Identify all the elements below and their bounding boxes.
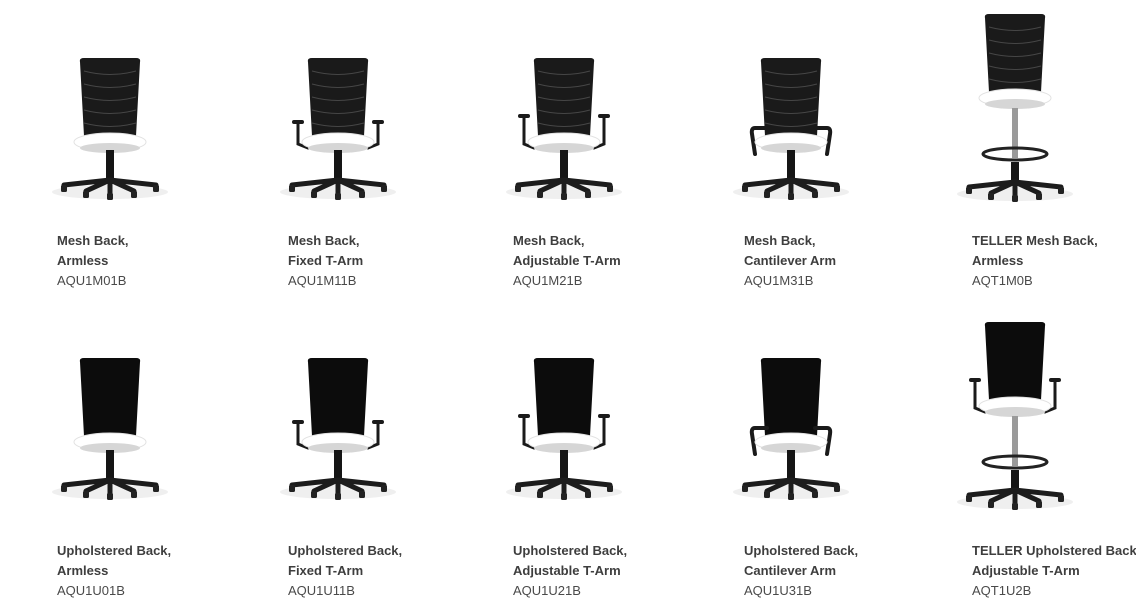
product-name-line1: Upholstered Back,: [513, 543, 628, 558]
product-name-line1: Mesh Back,: [288, 233, 360, 248]
chair-image: [733, 58, 849, 200]
chair-image: [506, 358, 622, 500]
stool-image: [957, 322, 1073, 510]
product-name-line1: TELLER Mesh Back,: [972, 233, 1098, 248]
product-name-line2: Adjustable T-Arm: [513, 253, 621, 268]
product-name-line2: Fixed T-Arm: [288, 253, 364, 268]
product-sku: AQU1M11B: [288, 273, 357, 288]
product-name-line2: Adjustable T-Arm: [513, 563, 621, 578]
chair-image: [52, 358, 168, 500]
product-name-line2: Armless: [57, 563, 109, 578]
product-sku: AQU1M31B: [744, 273, 814, 288]
product-name-line2: Cantilever Arm: [744, 253, 836, 268]
product-sku: AQU1M21B: [513, 273, 583, 288]
product-sku: AQU1U01B: [57, 583, 125, 598]
product-name-line1: Upholstered Back,: [57, 543, 172, 558]
product-name-line2: Cantilever Arm: [744, 563, 836, 578]
product-name-line2: Fixed T-Arm: [288, 563, 364, 578]
product-name-line1: Mesh Back,: [513, 233, 585, 248]
chair-image: [733, 358, 849, 500]
product-sku: AQU1U11B: [288, 583, 355, 598]
product-name-line2: Armless: [972, 253, 1024, 268]
chair-image: [52, 58, 168, 200]
chair-image: [280, 358, 396, 500]
product-name-line1: Upholstered Back,: [744, 543, 859, 558]
product-name-line2: Armless: [57, 253, 109, 268]
product-name-line2: Adjustable T-Arm: [972, 563, 1080, 578]
product-sku: AQU1U21B: [513, 583, 581, 598]
chair-image: [280, 58, 396, 200]
product-sku: AQT1M0B: [972, 273, 1033, 288]
stool-image: [957, 14, 1073, 202]
product-sku: AQU1U31B: [744, 583, 812, 598]
chair-image: [506, 58, 622, 200]
product-sku: AQU1M01B: [57, 273, 127, 288]
product-name-line1: Upholstered Back,: [288, 543, 403, 558]
product-name-line1: TELLER Upholstered Back,: [972, 543, 1136, 558]
product-name-line1: Mesh Back,: [57, 233, 129, 248]
product-name-line1: Mesh Back,: [744, 233, 816, 248]
product-sku: AQT1U2B: [972, 583, 1032, 598]
